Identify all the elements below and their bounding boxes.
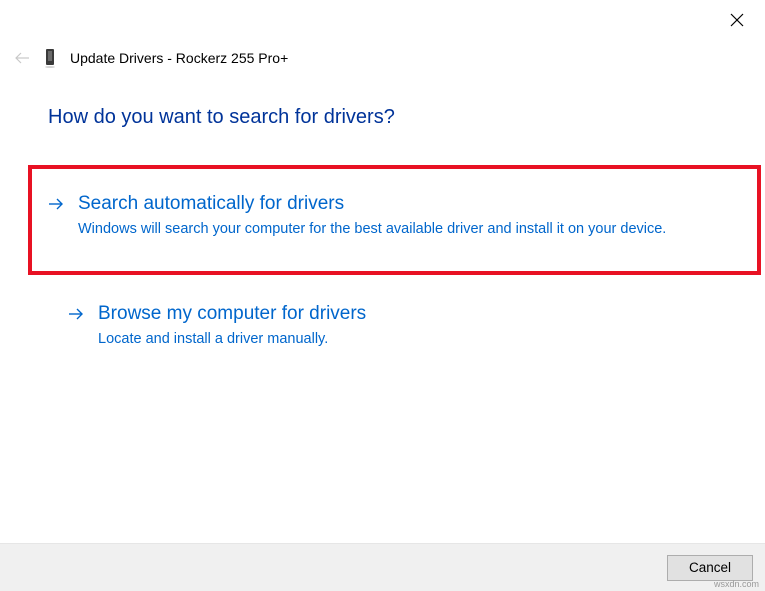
footer: Cancel <box>0 543 765 591</box>
option-browse-computer[interactable]: Browse my computer for drivers Locate an… <box>48 303 717 349</box>
cancel-button[interactable]: Cancel <box>667 555 753 581</box>
watermark: wsxdn.com <box>714 579 759 589</box>
window-title: Update Drivers - Rockerz 255 Pro+ <box>70 50 288 66</box>
header: Update Drivers - Rockerz 255 Pro+ <box>14 48 288 68</box>
arrow-right-icon <box>48 197 64 239</box>
arrow-right-icon <box>68 307 84 349</box>
device-icon <box>44 48 56 68</box>
close-button[interactable] <box>727 10 747 30</box>
option-title: Browse my computer for drivers <box>98 303 717 325</box>
option-description: Windows will search your computer for th… <box>78 219 741 239</box>
page-heading: How do you want to search for drivers? <box>48 106 717 129</box>
back-arrow-icon <box>14 52 30 64</box>
close-icon <box>730 13 744 27</box>
option-title: Search automatically for drivers <box>78 193 741 215</box>
option-search-automatically[interactable]: Search automatically for drivers Windows… <box>28 165 761 275</box>
option-description: Locate and install a driver manually. <box>98 329 717 349</box>
